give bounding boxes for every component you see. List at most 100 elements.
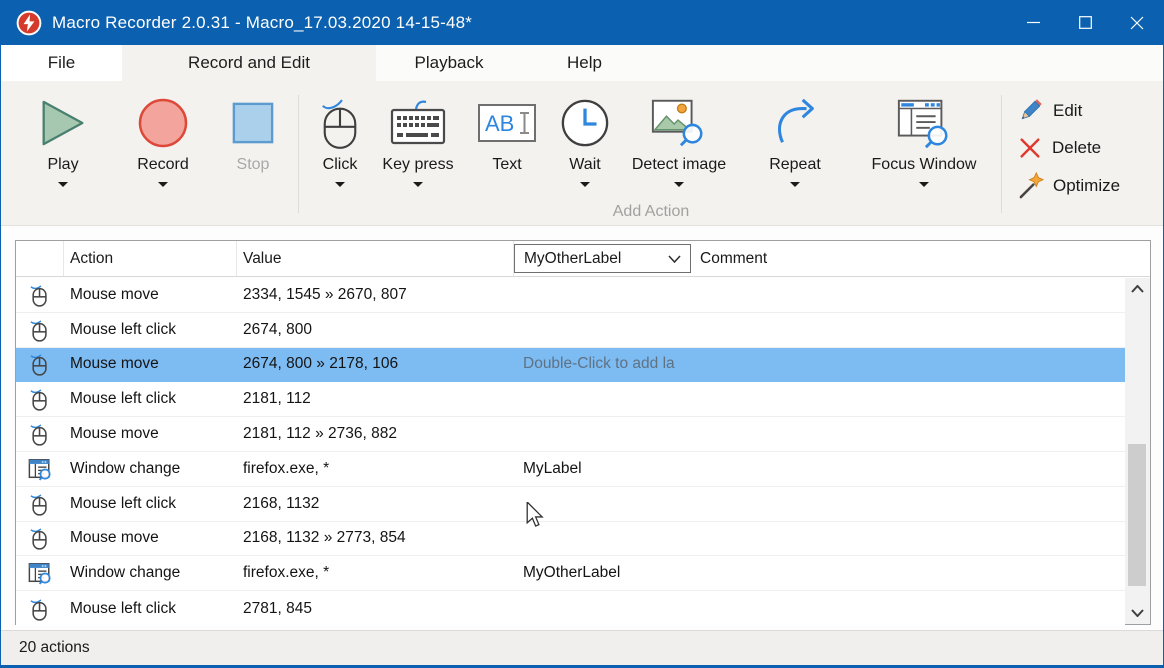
stop-icon (231, 101, 275, 145)
wait-label: Wait (569, 156, 600, 174)
ribbon-separator (1001, 95, 1002, 213)
pencil-icon (1017, 97, 1044, 124)
cell-value: 2168, 1132 » 2773, 854 (237, 529, 514, 547)
cell-action: Mouse move (64, 286, 237, 304)
focus-window-label: Focus Window (872, 156, 977, 174)
key-press-button[interactable]: Key press (373, 93, 463, 187)
detect-image-dropdown-arrow-icon (674, 182, 684, 187)
tab-file[interactable]: File (1, 45, 122, 81)
edit-button[interactable]: Edit (1017, 97, 1120, 124)
maximize-button[interactable] (1059, 0, 1111, 45)
titlebar: Macro Recorder 2.0.31 - Macro_17.03.2020… (1, 0, 1163, 45)
red-x-icon (1017, 135, 1043, 161)
magic-wand-icon (1017, 172, 1044, 199)
window-change-icon (28, 457, 52, 481)
label-column-dropdown[interactable]: MyOtherLabel (514, 244, 691, 273)
record-button[interactable]: Record (123, 93, 203, 187)
cell-value: firefox.exe, * (237, 564, 514, 582)
mouse-icon (30, 317, 50, 343)
close-button[interactable] (1111, 0, 1163, 45)
table-row[interactable]: Mouse left click 2168, 1132 (16, 487, 1125, 522)
table-row-selected[interactable]: Mouse move 2674, 800 » 2178, 106 Double-… (16, 348, 1125, 383)
repeat-button[interactable]: Repeat (750, 93, 840, 187)
delete-label: Delete (1052, 138, 1101, 158)
play-button[interactable]: Play (28, 93, 98, 187)
text-label: Text (492, 156, 521, 174)
cell-action: Window change (64, 564, 237, 582)
play-icon (40, 98, 86, 148)
cell-action: Mouse left click (64, 390, 237, 408)
detect-image-button[interactable]: Detect image (623, 93, 735, 187)
minimize-icon (1027, 16, 1040, 29)
chevron-up-icon (1131, 285, 1144, 293)
cell-value: firefox.exe, * (237, 460, 514, 478)
tab-playback[interactable]: Playback (376, 45, 522, 81)
scrollbar-thumb[interactable] (1128, 444, 1146, 586)
optimize-button[interactable]: Optimize (1017, 172, 1120, 199)
key-press-dropdown-arrow-icon (413, 182, 423, 187)
mouse-icon (30, 386, 50, 412)
column-header-icon (16, 241, 64, 276)
label-dropdown-value: MyOtherLabel (524, 250, 668, 268)
vertical-scrollbar[interactable] (1125, 278, 1150, 624)
stop-button[interactable]: Stop (218, 93, 288, 187)
cell-action: Mouse left click (64, 321, 237, 339)
keyboard-icon (390, 98, 446, 148)
table-row[interactable]: Mouse move 2181, 112 » 2736, 882 (16, 417, 1125, 452)
column-header-value: Value (237, 241, 514, 276)
ribbon-toolbar: Play Record Stop Click (1, 81, 1163, 226)
cell-value: 2168, 1132 (237, 495, 514, 513)
cell-label[interactable]: MyOtherLabel (514, 564, 694, 582)
mouse-icon (30, 351, 50, 377)
record-label: Record (137, 156, 189, 174)
tab-file-label: File (48, 53, 75, 73)
main-content: Action Value MyOtherLabel Comment Mouse … (1, 226, 1163, 630)
wait-button[interactable]: Wait (550, 93, 620, 187)
tab-help[interactable]: Help (522, 45, 647, 81)
table-row[interactable]: Window change firefox.exe, * MyLabel (16, 452, 1125, 487)
mouse-icon (30, 421, 50, 447)
table-row[interactable]: Mouse move 2334, 1545 » 2670, 807 (16, 278, 1125, 313)
click-button[interactable]: Click (305, 93, 375, 187)
repeat-arrow-icon (770, 97, 820, 149)
mouse-icon (30, 596, 50, 622)
table-row[interactable]: Mouse left click 2181, 112 (16, 382, 1125, 417)
focus-window-button[interactable]: Focus Window (854, 93, 994, 187)
column-header-action: Action (64, 241, 237, 276)
cell-label[interactable]: MyLabel (514, 460, 694, 478)
cell-label-placeholder[interactable]: Double-Click to add la (514, 355, 694, 373)
cell-action: Mouse left click (64, 600, 237, 618)
detect-image-label: Detect image (632, 156, 726, 174)
mouse-icon (30, 491, 50, 517)
table-row[interactable]: Mouse move 2168, 1132 » 2773, 854 (16, 522, 1125, 557)
record-dropdown-arrow-icon (158, 182, 168, 187)
record-icon (137, 97, 189, 149)
tab-record-and-edit[interactable]: Record and Edit (122, 45, 376, 81)
table-row[interactable]: Mouse left click 2674, 800 (16, 313, 1125, 348)
scroll-up-button[interactable] (1125, 278, 1150, 300)
cell-action: Mouse move (64, 529, 237, 547)
column-header-label: MyOtherLabel (514, 241, 694, 276)
cell-value: 2781, 845 (237, 600, 514, 618)
cell-action: Mouse move (64, 355, 237, 373)
scroll-down-button[interactable] (1125, 602, 1150, 624)
delete-button[interactable]: Delete (1017, 135, 1120, 161)
app-logo-icon (16, 10, 42, 36)
menu-tab-bar: File Record and Edit Playback Help (1, 45, 1163, 81)
table-row[interactable]: Mouse left click 2781, 845 (16, 591, 1125, 626)
cell-value: 2181, 112 (237, 390, 514, 408)
edit-actions-group: Edit Delete Optimize (1017, 97, 1120, 199)
wait-dropdown-arrow-icon (580, 182, 590, 187)
focus-window-dropdown-arrow-icon (919, 182, 929, 187)
minimize-button[interactable] (1007, 0, 1059, 45)
column-header-comment: Comment (694, 241, 1150, 276)
window-change-icon (28, 561, 52, 585)
play-dropdown-arrow-icon (58, 182, 68, 187)
table-row[interactable]: Window change firefox.exe, * MyOtherLabe… (16, 556, 1125, 591)
text-button[interactable]: AB Text (472, 93, 542, 187)
edit-label: Edit (1053, 101, 1082, 121)
cell-value: 2334, 1545 » 2670, 807 (237, 286, 514, 304)
stop-label: Stop (237, 156, 270, 174)
mouse-icon (30, 282, 50, 308)
table-header: Action Value MyOtherLabel Comment (16, 241, 1150, 277)
